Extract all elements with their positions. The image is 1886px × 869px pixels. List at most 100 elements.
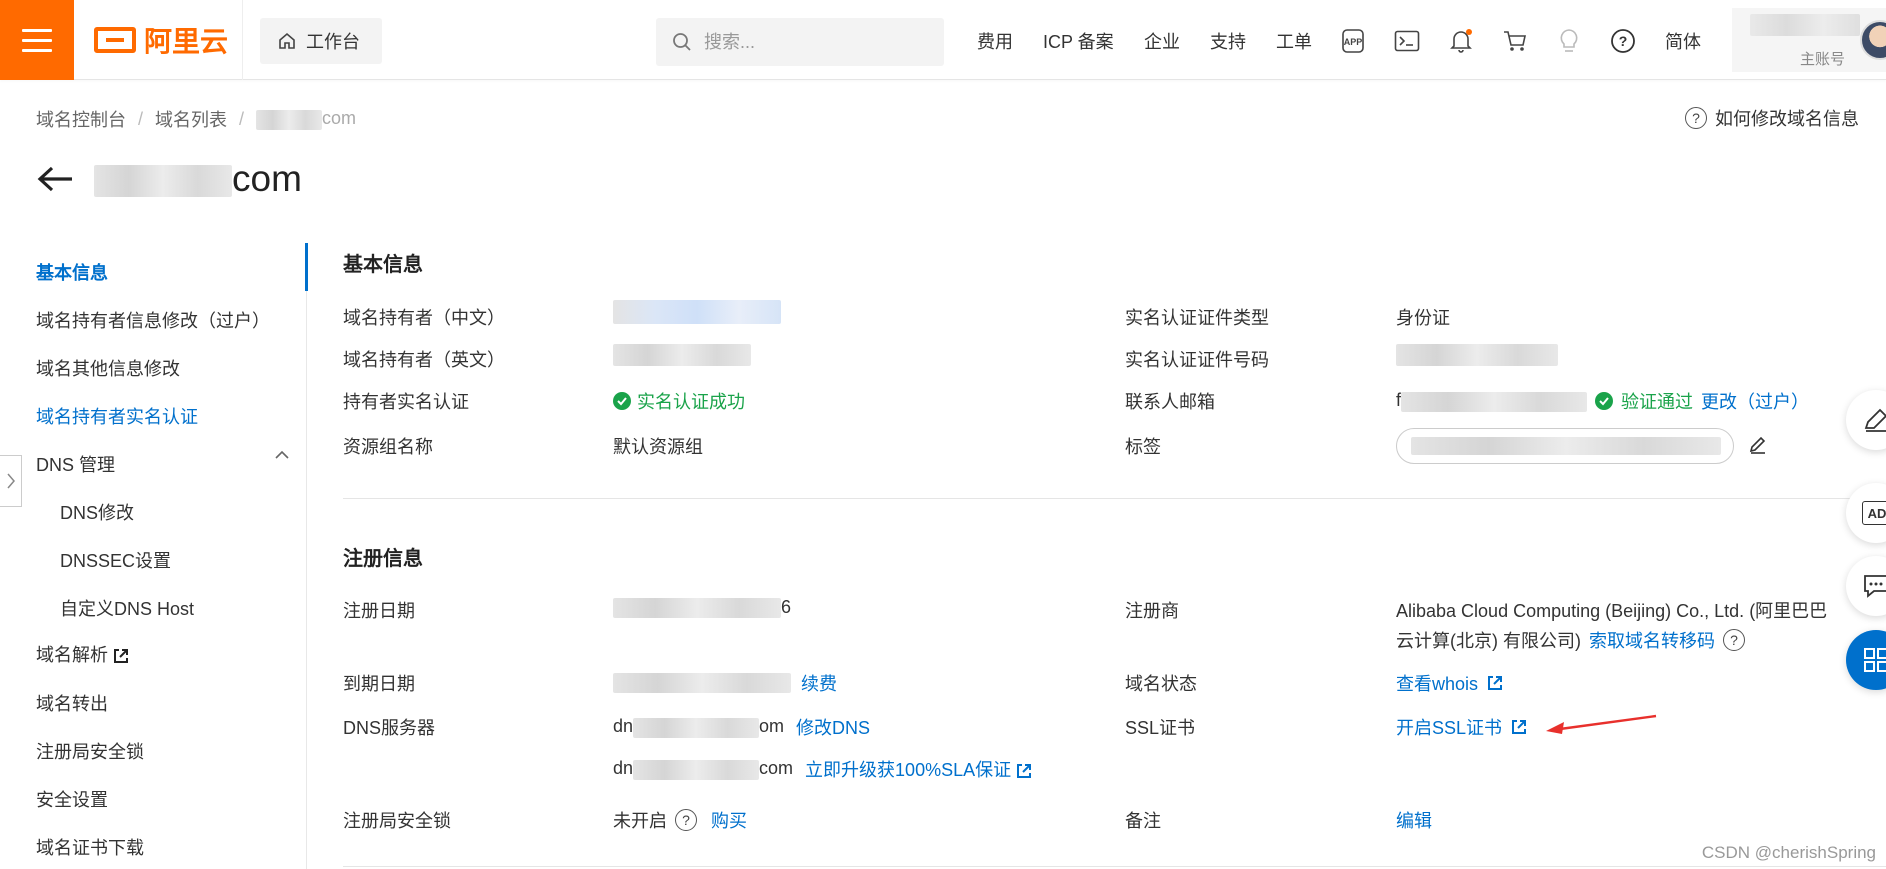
pencil-icon [1864,408,1886,432]
sidebar-item-dnssec[interactable]: DNSSEC设置 [60,547,171,573]
blurred-domain [94,165,232,198]
breadcrumb-separator: / [138,108,144,129]
cert-type-value: 身份证 [1396,308,1450,328]
sidebar-item-custom-dns-host[interactable]: 自定义DNS Host [60,595,194,621]
menu-icon[interactable] [0,0,74,80]
sidebar-item-other-info[interactable]: 域名其他信息修改 [36,355,180,381]
ad-icon: AD [1862,501,1886,525]
feedback-edit-button[interactable] [1846,390,1886,450]
chevron-right-icon [6,473,15,489]
tags-label: 标签 [1125,437,1161,457]
upgrade-sla-link[interactable]: 立即升级获100%SLA保证 [805,756,1033,782]
lightbulb-icon[interactable] [1556,28,1582,54]
resource-group-value: 默认资源组 [613,437,703,457]
nav-support[interactable]: 支持 [1210,28,1246,54]
help-icon[interactable]: ? [1610,28,1636,54]
blurred-owner-en [613,344,751,366]
registry-lock-value: 未开启 ? 购买 [613,807,747,833]
sidebar-item-realname[interactable]: 域名持有者实名认证 [36,403,198,429]
external-link-icon [1488,676,1503,690]
language-switch[interactable]: 简体 [1665,28,1701,54]
dns2-value: dn com 立即升级获100%SLA保证 [613,756,1033,782]
sidebar-item-cert-download[interactable]: 域名证书下载 [36,834,144,860]
account-name-blurred [1750,14,1860,36]
how-to-modify-label: 如何修改域名信息 [1715,109,1859,129]
search-box[interactable] [656,18,944,66]
sidebar-item-dns-management[interactable]: DNS 管理 [36,451,115,477]
section-title-registration: 注册信息 [343,548,423,570]
question-circle-icon[interactable]: ? [1722,629,1745,651]
chevron-up-icon[interactable] [274,449,290,461]
brand-logo[interactable]: 阿里云 [94,22,228,58]
edit-icon[interactable] [1748,435,1768,455]
email-change-link[interactable]: 更改（过户） [1701,388,1809,414]
sidebar-item-owner-change[interactable]: 域名持有者信息修改（过户） [36,307,270,333]
owner-en-value [613,344,751,366]
search-icon [673,33,691,51]
expire-value: 续费 [613,670,837,696]
breadcrumb-current: com [256,108,356,130]
svg-text:APP: APP [1344,37,1363,47]
expire-label: 到期日期 [343,674,415,694]
workbench-label: 工作台 [306,32,360,52]
tags-field[interactable] [1396,428,1734,464]
owner-cn-label: 域名持有者（中文） [343,308,505,328]
nav-enterprise[interactable]: 企业 [1144,28,1180,54]
workbench-button[interactable]: 工作台 [260,18,382,64]
breadcrumb-domain-list[interactable]: 域名列表 [155,106,227,132]
sidebar-item-basic-info[interactable]: 基本信息 [36,259,108,285]
page-title-text: com [94,158,302,200]
sidebar-collapse-toggle[interactable] [0,455,22,507]
sidebar-item-security[interactable]: 安全设置 [36,786,108,812]
renew-link[interactable]: 续费 [801,670,837,696]
question-circle-icon[interactable]: ? [675,809,697,831]
remark-label: 备注 [1125,811,1161,831]
blurred-tags [1411,437,1721,455]
modify-dns-link[interactable]: 修改DNS [796,714,870,740]
edit-remark-link[interactable]: 编辑 [1396,807,1432,833]
sidebar-item-dns-resolve[interactable]: 域名解析 [36,641,130,667]
terminal-icon[interactable] [1394,28,1420,54]
active-indicator [305,243,308,291]
nav-icp[interactable]: ICP 备案 [1043,28,1114,54]
reg-date-value: 6 [613,597,791,618]
apps-button[interactable] [1846,630,1886,690]
blurred-owner-cn [613,300,781,324]
cert-no-label: 实名认证证件号码 [1125,350,1269,370]
cart-icon[interactable] [1502,28,1528,54]
sidebar-item-registry-lock[interactable]: 注册局安全锁 [36,738,144,764]
how-to-modify-link[interactable]: ? 如何修改域名信息 [1685,105,1859,131]
ssl-label: SSL证书 [1125,718,1196,738]
reg-date-label: 注册日期 [343,601,415,621]
nav-fees[interactable]: 费用 [977,28,1013,54]
registrar-label: 注册商 [1125,601,1179,621]
buy-link[interactable]: 购买 [711,807,747,833]
nav-ticket[interactable]: 工单 [1276,28,1312,54]
section-divider [343,866,1886,867]
registrar-value-line2: 云计算(北京) 有限公司) 索取域名转移码 ? [1396,627,1745,653]
dns-label: DNS服务器 [343,718,436,738]
section-divider [343,498,1886,499]
breadcrumb-domain-console[interactable]: 域名控制台 [36,106,126,132]
enable-ssl-link[interactable]: 开启SSL证书 [1396,714,1528,740]
search-input[interactable] [704,31,924,53]
divider [242,0,243,80]
cert-type-label: 实名认证证件类型 [1125,308,1269,328]
logo-mark-icon [94,27,136,53]
account-type: 主账号 [1800,51,1846,68]
email-verified-status: 验证通过 [1621,392,1694,412]
sidebar-item-dns-modify[interactable]: DNS修改 [60,499,134,525]
apps-grid-icon [1864,648,1886,672]
back-arrow-icon[interactable] [36,164,74,194]
brand-name: 阿里云 [144,26,229,57]
app-icon[interactable]: APP [1340,28,1366,54]
ad-button[interactable]: AD [1846,483,1886,543]
transfer-code-link[interactable]: 索取域名转移码 [1589,627,1715,653]
chat-button[interactable] [1846,556,1886,616]
whois-link[interactable]: 查看whois [1396,670,1504,696]
email-label: 联系人邮箱 [1125,392,1215,412]
sidebar-item-transfer-out[interactable]: 域名转出 [36,690,108,716]
bell-icon[interactable] [1448,28,1474,54]
check-circle-icon [1595,392,1614,410]
external-link-icon [1512,720,1527,734]
